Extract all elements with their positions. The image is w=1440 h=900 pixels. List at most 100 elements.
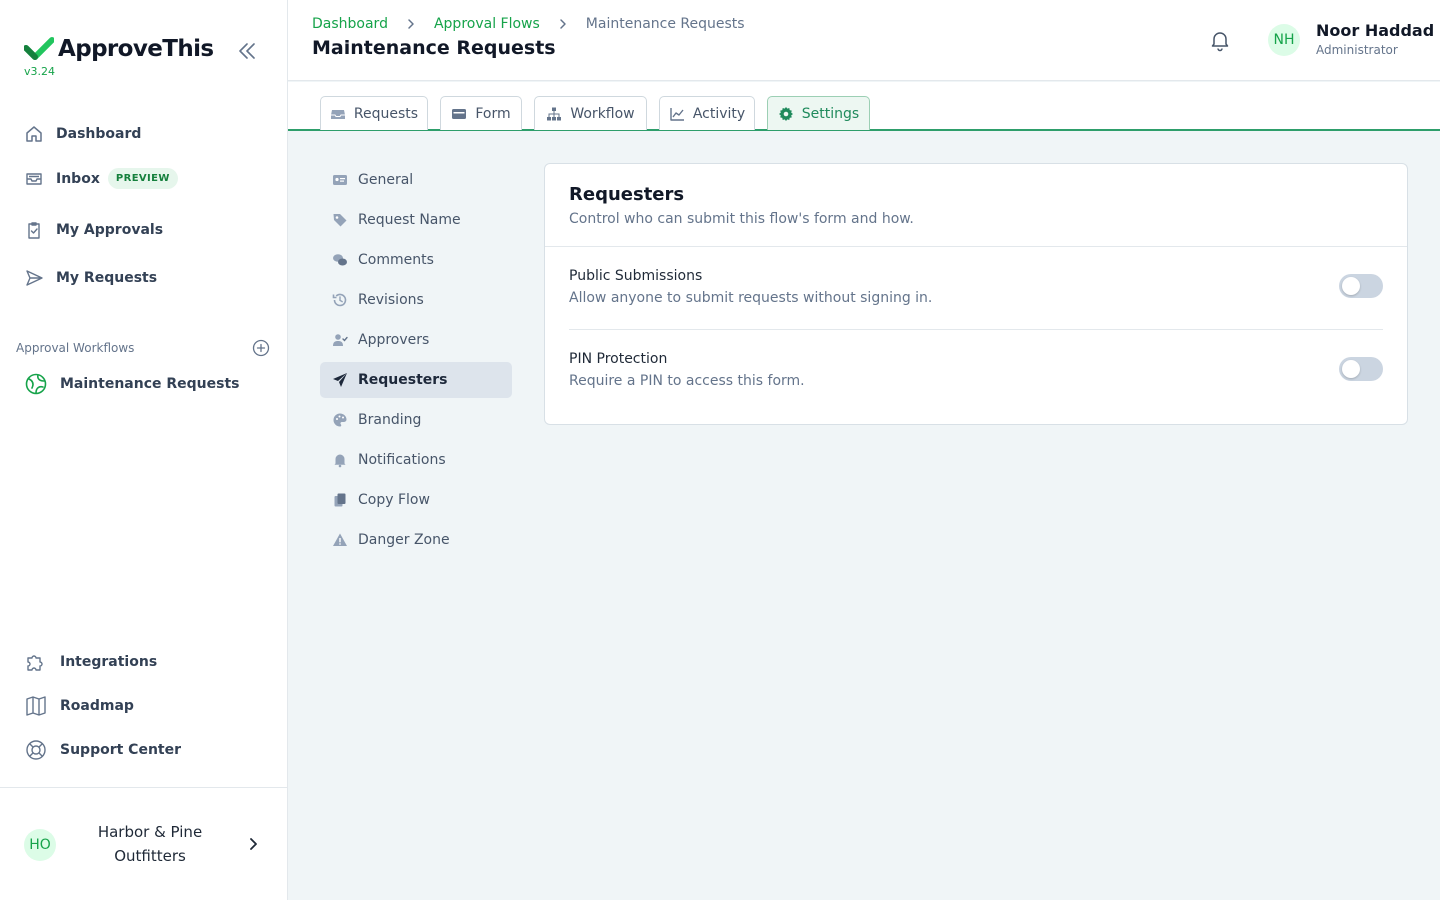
app-version: v3.24: [24, 65, 56, 78]
chart-line-icon: [670, 107, 684, 121]
palette-icon: [333, 413, 347, 427]
nav-dashboard[interactable]: Dashboard: [24, 124, 141, 144]
org-avatar: HO: [24, 829, 56, 861]
tab-activity[interactable]: Activity: [659, 96, 755, 130]
toggle-knob: [1342, 360, 1360, 378]
settings-menu-label: Branding: [358, 412, 422, 428]
settings-menu-label: Approvers: [358, 332, 430, 348]
tab-label: Requests: [353, 105, 419, 122]
workflow-maintenance-requests[interactable]: Maintenance Requests: [24, 372, 240, 396]
inbox-tray-icon: [330, 109, 345, 119]
toggle-knob: [1342, 277, 1360, 295]
settings-menu-notifications[interactable]: Notifications: [320, 442, 512, 478]
nav-inbox[interactable]: Inbox PREVIEW: [24, 168, 178, 189]
footer-label: Roadmap: [60, 698, 134, 714]
sidebar: ApproveThis v3.24 Dashboard Inbox PREVIE…: [0, 0, 288, 900]
paper-plane-icon: [333, 373, 347, 387]
comments-icon: [333, 254, 347, 266]
footer-label: Integrations: [60, 654, 158, 670]
workflow-label: Maintenance Requests: [60, 376, 240, 392]
tag-icon: [333, 214, 347, 227]
settings-menu-label: Requesters: [358, 372, 448, 388]
nav-label: My Approvals: [56, 222, 164, 238]
tab-label: Settings: [801, 105, 860, 122]
map-icon: [26, 696, 46, 716]
nav-my-requests[interactable]: My Requests: [24, 268, 157, 288]
hierarchy-icon: [547, 107, 562, 120]
user-check-icon: [333, 334, 348, 346]
user-role: Administrator: [1316, 43, 1398, 57]
nav-integrations[interactable]: Integrations: [24, 650, 157, 674]
footer-label: Support Center: [60, 742, 182, 758]
clipboard-check-icon: [28, 222, 40, 239]
user-avatar[interactable]: NH: [1268, 24, 1300, 56]
user-name: Noor Haddad: [1316, 21, 1435, 40]
chevron-right-icon: [408, 19, 414, 29]
chevron-right-icon: [250, 838, 257, 850]
organization-switcher[interactable]: HO Harbor & Pine Outfitters: [0, 787, 287, 900]
settings-menu-danger-zone[interactable]: Danger Zone: [320, 522, 512, 558]
settings-menu-label: General: [358, 172, 414, 188]
id-card-icon: [333, 175, 347, 185]
warning-icon: [333, 533, 347, 546]
home-icon: [26, 126, 42, 142]
inbox-icon: [26, 172, 42, 185]
tab-label: Activity: [692, 105, 746, 122]
settings-menu-label: Request Name: [358, 212, 461, 228]
add-workflow-icon[interactable]: [252, 339, 270, 357]
app-logo[interactable]: ApproveThis: [24, 36, 214, 62]
nav-label: Dashboard: [56, 126, 142, 142]
settings-menu-label: Revisions: [358, 292, 424, 308]
flow-tabs: Requests Form Workflow Activity Settings: [288, 82, 1440, 131]
nav-label: Inbox: [56, 170, 100, 187]
settings-menu-request-name[interactable]: Request Name: [320, 202, 512, 238]
top-header: Dashboard Approval Flows Maintenance Req…: [288, 0, 1440, 81]
history-icon: [332, 293, 347, 307]
breadcrumb-approval-flows[interactable]: Approval Flows: [434, 16, 540, 32]
tab-requests[interactable]: Requests: [320, 96, 428, 130]
puzzle-icon: [27, 655, 43, 671]
tab-settings[interactable]: Settings: [767, 96, 870, 130]
preview-badge: PREVIEW: [107, 168, 178, 189]
settings-menu-label: Notifications: [358, 452, 446, 468]
nav-support-center[interactable]: Support Center: [24, 738, 181, 762]
settings-menu-comments[interactable]: Comments: [320, 242, 512, 278]
settings-menu-label: Copy Flow: [358, 492, 430, 508]
settings-menu-label: Danger Zone: [358, 532, 450, 548]
checkmark-logo-icon: [24, 37, 54, 60]
notifications-bell-icon[interactable]: [1208, 28, 1232, 52]
bell-icon: [334, 454, 346, 468]
pin-protection-toggle[interactable]: [1339, 357, 1383, 381]
settings-menu-revisions[interactable]: Revisions: [320, 282, 512, 318]
requesters-settings-card: Requesters Control who can submit this f…: [544, 163, 1408, 425]
workflows-header: Approval Workflows: [16, 341, 135, 355]
settings-menu-copy-flow[interactable]: Copy Flow: [320, 482, 512, 518]
page-title: Maintenance Requests: [312, 37, 556, 59]
pin-protection-title: PIN Protection: [569, 351, 668, 367]
pin-protection-description: Require a PIN to access this form.: [569, 373, 805, 389]
nav-my-approvals[interactable]: My Approvals: [24, 220, 163, 240]
settings-menu-approvers[interactable]: Approvers: [320, 322, 512, 358]
app-name: ApproveThis: [58, 36, 214, 62]
form-icon: [452, 108, 467, 119]
tab-form[interactable]: Form: [440, 96, 522, 130]
tab-label: Form: [475, 105, 511, 122]
tab-workflow[interactable]: Workflow: [534, 96, 647, 130]
settings-menu-branding[interactable]: Branding: [320, 402, 512, 438]
collapse-sidebar-icon[interactable]: [236, 40, 258, 62]
settings-menu-general[interactable]: General: [320, 162, 512, 198]
settings-menu-label: Comments: [358, 252, 434, 268]
nav-roadmap[interactable]: Roadmap: [24, 694, 134, 718]
settings-menu-requesters[interactable]: Requesters: [320, 362, 512, 398]
public-submissions-toggle[interactable]: [1339, 274, 1383, 298]
card-title: Requesters: [569, 184, 685, 205]
send-icon: [26, 270, 43, 286]
breadcrumb-current: Maintenance Requests: [585, 16, 745, 32]
workflow-globe-icon: [25, 373, 47, 395]
public-submissions-description: Allow anyone to submit requests without …: [569, 290, 933, 306]
breadcrumb: Dashboard Approval Flows Maintenance Req…: [312, 16, 745, 32]
card-subtitle: Control who can submit this flow's form …: [569, 211, 914, 227]
breadcrumb-dashboard[interactable]: Dashboard: [312, 16, 388, 32]
gear-icon: [778, 106, 793, 121]
lifebuoy-icon: [26, 740, 46, 760]
